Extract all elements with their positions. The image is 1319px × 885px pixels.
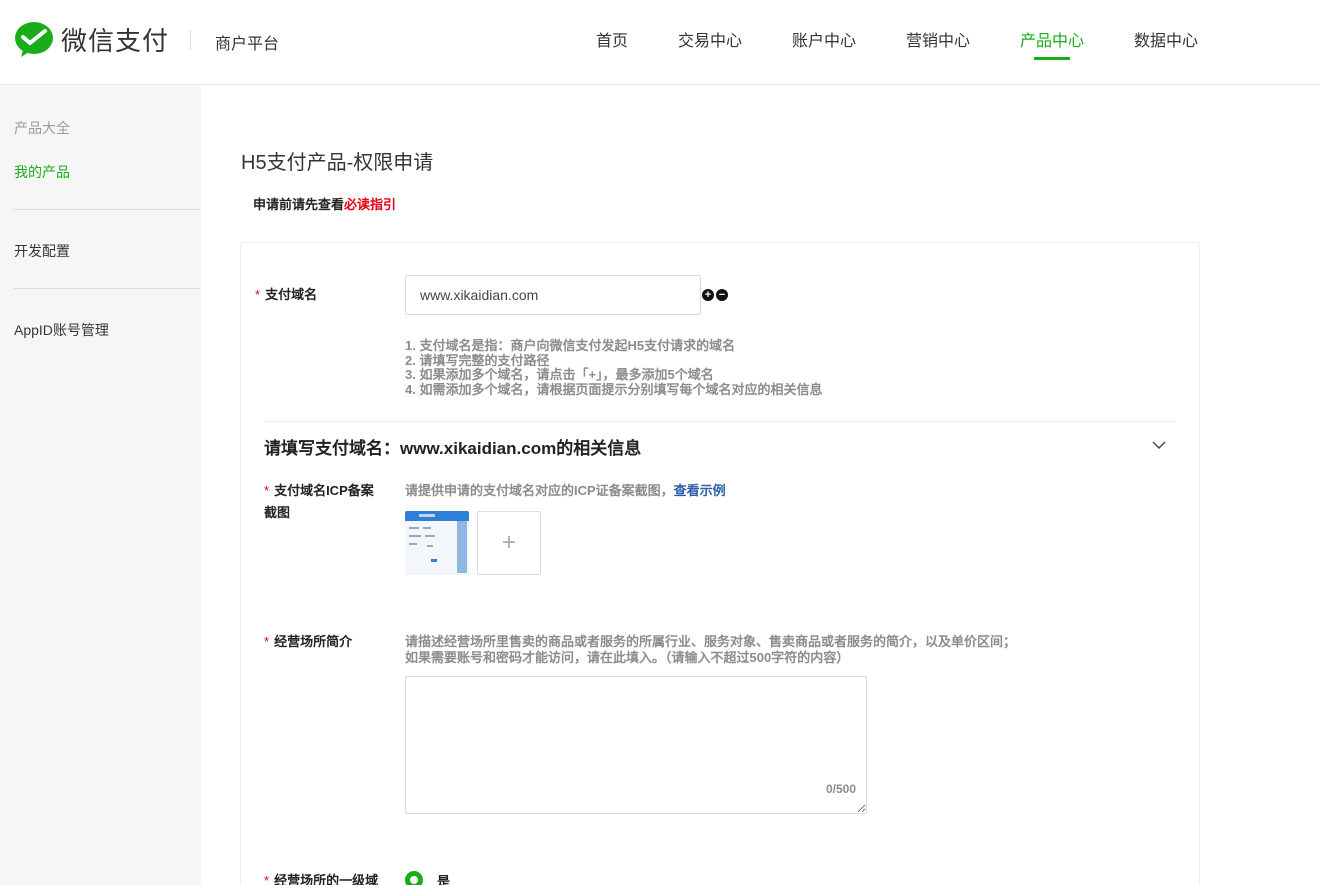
nav-product[interactable]: 产品中心 — [1020, 27, 1084, 85]
domain-label: * 支付域名 — [255, 287, 318, 302]
hint-line: 1. 支付域名是指：商户向微信支付发起H5支付请求的域名 — [405, 338, 736, 353]
hint-line: 2. 请填写完整的支付路径 — [405, 352, 550, 368]
intro-label: * 经营场所简介 — [264, 634, 353, 649]
sidebar-item-all-products[interactable]: 产品大全 — [14, 118, 70, 138]
nav-home[interactable]: 首页 — [596, 27, 628, 85]
screenshot-thumbnail-icon — [405, 511, 469, 575]
sidebar-item-dev-config[interactable]: 开发配置 — [14, 241, 70, 261]
level1-label: * 经营场所的一级域 — [264, 870, 378, 885]
hint-line: 3. 如果添加多个域名，请点击「+」，最多添加5个域名 — [405, 367, 714, 382]
nav-active-underline — [1034, 57, 1070, 60]
sidebar-divider — [14, 288, 201, 289]
section-title: 请填写支付域名：www.xikaidian.com的相关信息 — [264, 439, 642, 458]
sidebar-item-appid[interactable]: AppID账号管理 — [14, 320, 109, 340]
domain-input[interactable] — [405, 275, 701, 315]
radio-yes[interactable] — [405, 871, 423, 885]
top-header: 微信支付 商户平台 首页 交易中心 账户中心 营销中心 产品中心 数据中心 — [0, 0, 1319, 85]
section-divider — [264, 421, 1176, 422]
page-title: H5支付产品-权限申请 — [241, 152, 434, 174]
chevron-down-icon[interactable] — [1152, 438, 1166, 452]
plus-circle-icon[interactable]: + — [702, 289, 714, 301]
upload-button[interactable]: + — [477, 511, 541, 575]
main-nav: 首页 交易中心 账户中心 营销中心 产品中心 数据中心 — [0, 27, 1319, 85]
guide-link[interactable]: 必读指引 — [344, 197, 396, 212]
nav-account[interactable]: 账户中心 — [792, 27, 856, 85]
required-mark: * — [255, 287, 261, 302]
intro-textarea[interactable] — [405, 676, 867, 814]
domain-hints: 1. 支付域名是指：商户向微信支付发起H5支付请求的域名 2. 请填写完整的支付… — [405, 338, 823, 397]
icp-label: * 支付域名ICP备案 截图 — [264, 483, 374, 520]
guide-notice: 申请前请先查看必读指引 — [253, 194, 396, 213]
minus-circle-icon[interactable]: − — [716, 289, 728, 301]
sidebar-divider — [14, 209, 201, 210]
hint-line: 4. 如需添加多个域名，请根据页面提示分别填写每个域名对应的相关信息 — [405, 381, 823, 397]
radio-yes-label: 是 — [437, 874, 451, 885]
required-mark: * — [264, 483, 270, 498]
guide-text: 申请前请先查看 — [253, 197, 345, 212]
nav-transaction[interactable]: 交易中心 — [678, 27, 742, 85]
sidebar: 产品大全 我的产品 开发配置 AppID账号管理 — [0, 86, 201, 885]
nav-marketing[interactable]: 营销中心 — [906, 27, 970, 85]
nav-data[interactable]: 数据中心 — [1134, 27, 1198, 85]
char-counter: 0/500 — [826, 782, 857, 796]
view-example-link[interactable]: 查看示例 — [674, 483, 726, 498]
required-mark: * — [264, 634, 270, 649]
icp-description: 请提供申请的支付域名对应的ICP证备案截图，查看示例 — [405, 483, 726, 498]
intro-description: 请描述经营场所里售卖的商品或者服务的所属行业、服务对象、售卖商品或者服务的简介，… — [405, 634, 1017, 665]
sidebar-item-my-products[interactable]: 我的产品 — [14, 162, 70, 182]
icp-thumbnail[interactable] — [405, 511, 469, 575]
required-mark: * — [264, 873, 270, 885]
